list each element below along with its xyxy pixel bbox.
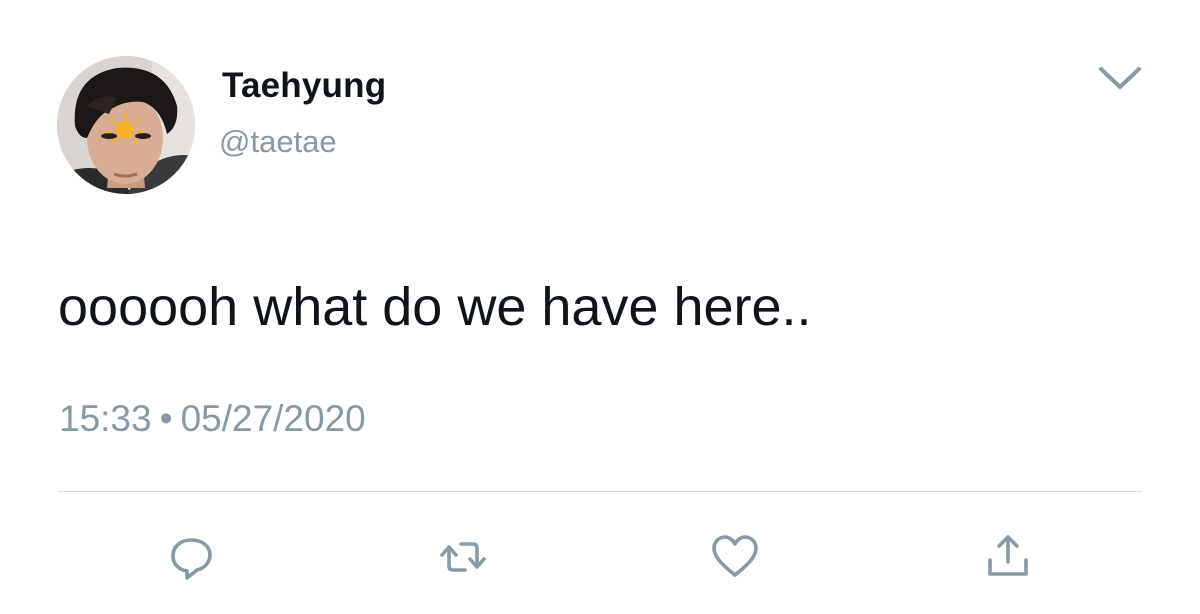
tweet-timestamp[interactable]: 15:33 • 05/27/2020 bbox=[59, 398, 366, 440]
share-button[interactable] bbox=[983, 532, 1033, 582]
heart-icon bbox=[712, 535, 758, 577]
reply-icon bbox=[171, 538, 212, 580]
chevron-down-icon[interactable] bbox=[1097, 63, 1143, 93]
display-name[interactable]: Taehyung bbox=[222, 66, 386, 106]
retweet-button[interactable] bbox=[438, 532, 488, 582]
like-button[interactable] bbox=[710, 532, 760, 582]
tweet-date: 05/27/2020 bbox=[180, 398, 366, 439]
tweet-time: 15:33 bbox=[59, 398, 152, 439]
reply-button[interactable] bbox=[167, 532, 217, 582]
retweet-icon bbox=[440, 542, 486, 572]
avatar-photo bbox=[57, 56, 195, 194]
user-handle[interactable]: @taetae bbox=[219, 124, 337, 160]
tweet-text: oooooh what do we have here.. bbox=[58, 277, 812, 337]
divider bbox=[58, 491, 1142, 492]
avatar[interactable] bbox=[57, 56, 195, 194]
meta-separator: • bbox=[159, 398, 173, 439]
share-icon bbox=[988, 535, 1028, 576]
tweet-card: Taehyung @taetae oooooh what do we have … bbox=[0, 0, 1200, 614]
